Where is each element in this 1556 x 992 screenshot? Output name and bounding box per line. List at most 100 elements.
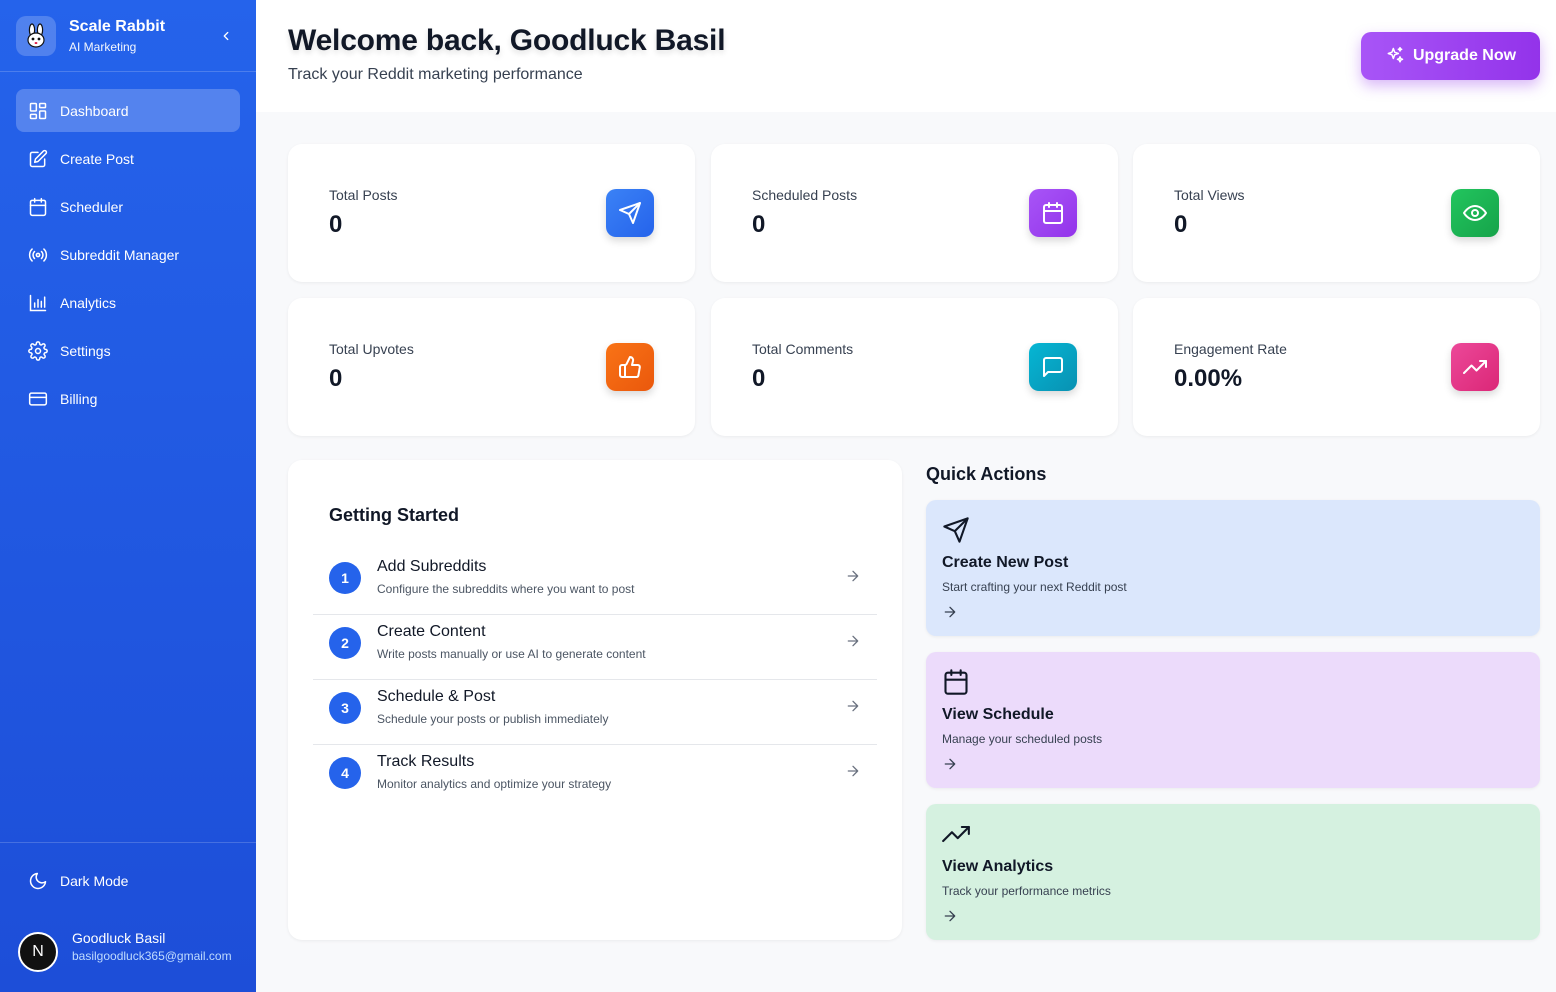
sidebar-nav: Dashboard Create Post Scheduler Subreddi… xyxy=(0,72,256,420)
dark-mode-label: Dark Mode xyxy=(60,873,129,889)
step-number: 4 xyxy=(329,757,361,789)
stat-value: 0 xyxy=(752,211,766,238)
sidebar-item-label: Settings xyxy=(60,342,111,359)
sidebar-item-settings[interactable]: Settings xyxy=(16,329,240,372)
quick-action-title: View Analytics xyxy=(942,858,1054,875)
stat-card-engagement-rate: Engagement Rate 0.00% xyxy=(1133,298,1540,436)
sidebar-item-label: Analytics xyxy=(60,294,117,311)
arrow-right-icon xyxy=(944,910,956,922)
list-item[interactable]: 4 Track Results Monitor analytics and op… xyxy=(313,745,877,810)
arrow-right-icon xyxy=(847,570,859,582)
quick-action-view-analytics[interactable]: View Analytics Track your performance me… xyxy=(926,804,1540,940)
moon-icon xyxy=(29,872,47,890)
sidebar-item-billing[interactable]: Billing xyxy=(16,377,240,420)
sparkles-icon xyxy=(1387,46,1404,63)
step-description: Schedule your posts or publish immediate… xyxy=(377,712,609,726)
stat-value: 0.00% xyxy=(1174,365,1243,392)
page-subtitle: Track your Reddit marketing performance xyxy=(288,66,583,83)
quick-action-description: Track your performance metrics xyxy=(942,884,1111,898)
comment-icon xyxy=(1029,343,1077,391)
brand-subtitle: AI Marketing xyxy=(69,39,137,54)
step-description: Configure the subreddits where you want … xyxy=(377,582,635,596)
quick-action-title: View Schedule xyxy=(942,706,1054,723)
stat-value: 0 xyxy=(1174,211,1188,238)
quick-action-description: Start crafting your next Reddit post xyxy=(942,580,1127,594)
stat-card-total-upvotes: Total Upvotes 0 xyxy=(288,298,695,436)
list-item[interactable]: 3 Schedule & Post Schedule your posts or… xyxy=(313,680,877,745)
sidebar-item-label: Subreddit Manager xyxy=(60,246,180,263)
dashboard-icon xyxy=(29,102,47,119)
user-name: Goodluck Basil xyxy=(72,930,166,946)
stat-value: 0 xyxy=(752,365,766,392)
quick-action-view-schedule[interactable]: View Schedule Manage your scheduled post… xyxy=(926,652,1540,788)
bar-chart-icon xyxy=(29,294,47,311)
avatar[interactable]: N xyxy=(18,932,58,972)
gear-icon xyxy=(28,340,48,361)
quick-action-title: Create New Post xyxy=(942,554,1069,571)
radio-icon xyxy=(28,247,48,262)
step-title: Schedule & Post xyxy=(377,688,496,705)
sidebar-item-label: Billing xyxy=(60,390,98,407)
send-icon xyxy=(943,517,969,543)
step-number: 3 xyxy=(329,692,361,724)
list-item[interactable]: 2 Create Content Write posts manually or… xyxy=(313,615,877,680)
step-number: 2 xyxy=(329,627,361,659)
stat-label: Total Views xyxy=(1174,187,1245,203)
quick-action-create-post[interactable]: Create New Post Start crafting your next… xyxy=(926,500,1540,636)
dark-mode-toggle[interactable]: Dark Mode xyxy=(16,861,240,901)
stat-label: Scheduled Posts xyxy=(752,187,858,203)
sidebar-item-create-post[interactable]: Create Post xyxy=(16,137,240,180)
stat-card-total-posts: Total Posts 0 xyxy=(288,144,695,282)
sidebar-item-scheduler[interactable]: Scheduler xyxy=(16,185,240,228)
edit-icon xyxy=(29,149,48,167)
stat-label: Engagement Rate xyxy=(1174,341,1287,357)
step-title: Track Results xyxy=(377,753,475,770)
upgrade-button[interactable]: Upgrade Now xyxy=(1361,32,1540,80)
sidebar-item-label: Dashboard xyxy=(60,102,129,119)
send-icon xyxy=(606,189,654,237)
stat-value: 0 xyxy=(329,211,343,238)
thumbs-up-icon xyxy=(606,343,654,391)
brand-title: Scale Rabbit xyxy=(69,17,166,35)
chevron-left-icon[interactable] xyxy=(216,26,236,46)
sidebar: Scale Rabbit AI Marketing Dashboard Crea… xyxy=(0,0,256,992)
stat-label: Total Upvotes xyxy=(329,341,414,357)
arrow-right-icon xyxy=(944,606,956,618)
arrow-right-icon xyxy=(847,700,859,712)
getting-started-card: Getting Started 1 Add Subreddits Configu… xyxy=(288,460,902,940)
list-item[interactable]: 1 Add Subreddits Configure the subreddit… xyxy=(313,550,877,615)
trending-up-icon xyxy=(1451,343,1499,391)
arrow-right-icon xyxy=(847,765,859,777)
sidebar-item-dashboard[interactable]: Dashboard xyxy=(16,89,240,132)
sidebar-item-label: Create Post xyxy=(60,150,134,167)
stat-card-total-comments: Total Comments 0 xyxy=(711,298,1118,436)
page-title: Welcome back, Goodluck Basil xyxy=(288,24,726,57)
rabbit-icon[interactable] xyxy=(16,15,56,56)
calendar-icon xyxy=(1029,189,1077,237)
user-profile[interactable]: N Goodluck Basil basilgoodluck365@gmail.… xyxy=(18,929,232,972)
sidebar-item-analytics[interactable]: Analytics xyxy=(16,281,240,324)
stat-value: 0 xyxy=(329,365,343,392)
step-title: Create Content xyxy=(377,623,486,640)
credit-card-icon xyxy=(28,391,48,406)
getting-started-list: 1 Add Subreddits Configure the subreddit… xyxy=(313,550,877,810)
quick-action-description: Manage your scheduled posts xyxy=(942,732,1103,746)
stat-label: Total Posts xyxy=(329,187,398,203)
calendar-icon xyxy=(29,197,47,216)
trending-up-icon xyxy=(942,825,970,843)
calendar-icon xyxy=(944,669,968,695)
getting-started-title: Getting Started xyxy=(329,505,460,525)
user-email: basilgoodluck365@gmail.com xyxy=(72,949,232,963)
step-title: Add Subreddits xyxy=(377,558,487,575)
stat-label: Total Comments xyxy=(752,341,854,357)
upgrade-label: Upgrade Now xyxy=(1412,47,1517,64)
arrow-right-icon xyxy=(847,635,859,647)
arrow-right-icon xyxy=(944,758,956,770)
stat-card-scheduled-posts: Scheduled Posts 0 xyxy=(711,144,1118,282)
eye-icon xyxy=(1451,189,1499,237)
sidebar-item-label: Scheduler xyxy=(60,198,124,215)
quick-actions-title: Quick Actions xyxy=(926,464,1047,484)
step-description: Write posts manually or use AI to genera… xyxy=(377,647,646,661)
sidebar-item-subreddit-manager[interactable]: Subreddit Manager xyxy=(16,233,240,276)
sidebar-footer: Dark Mode N Goodluck Basil basilgoodluck… xyxy=(0,842,256,972)
